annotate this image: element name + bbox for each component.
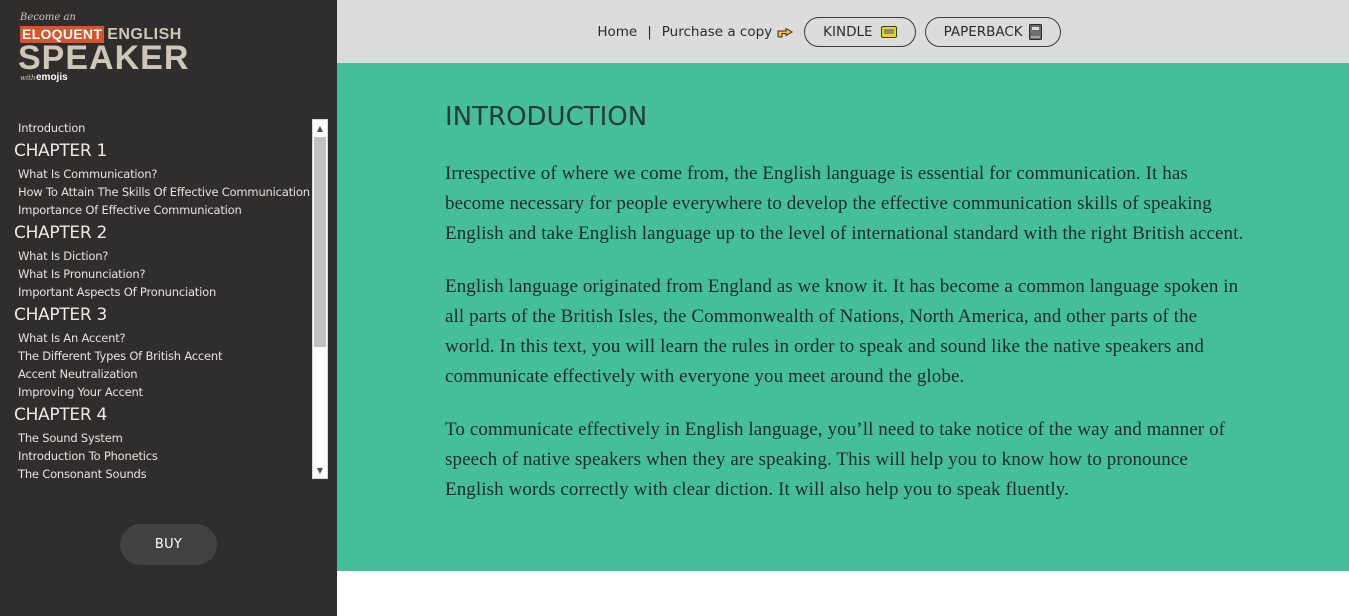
toc-link[interactable]: The Consonant Sounds: [12, 465, 312, 479]
toc-scrollbar[interactable]: ▲ ▼: [312, 119, 328, 479]
paragraph: Irrespective of where we come from, the …: [445, 163, 1244, 244]
sidebar: Become an ELOQUENT ENGLISH SPEAKER with …: [0, 0, 337, 616]
toc-link[interactable]: Improving Your Accent: [12, 383, 312, 401]
toc-list: Introduction CHAPTER 1 What Is Communicati…: [12, 119, 312, 479]
page-title: INTRODUCTION: [445, 102, 648, 132]
toc-link[interactable]: What Is An Accent?: [12, 329, 312, 347]
toc-link[interactable]: Important Aspects Of Pronunciation: [12, 283, 312, 301]
table-of-contents[interactable]: Introduction CHAPTER 1 What Is Communicati…: [12, 119, 328, 479]
toc-chapter-heading[interactable]: CHAPTER 2: [12, 220, 312, 247]
paperback-label: PAPERBACK: [943, 23, 1023, 40]
top-nav: Home | Purchase a copy KINDLE PAPERBACK: [597, 16, 1061, 47]
logo-word-speaker: SPEAKER: [18, 39, 190, 77]
toc-link[interactable]: Introduction To Phonetics: [12, 447, 312, 465]
toc-chapter-heading[interactable]: CHAPTER 4: [12, 402, 312, 429]
toc-link[interactable]: What Is Diction?: [12, 247, 312, 265]
toc-link[interactable]: The Sound System: [12, 429, 312, 447]
logo-tagline: Become an: [20, 12, 76, 23]
book-logo[interactable]: Become an ELOQUENT ENGLISH SPEAKER with …: [18, 10, 203, 90]
paragraph: English language originated from England…: [445, 276, 1239, 387]
pointing-hand-icon: [777, 27, 794, 37]
book-icon: [1028, 23, 1042, 40]
logo-with: with: [20, 74, 36, 82]
chapter-body: INTRODUCTION Irrespective of where we co…: [445, 101, 1245, 528]
kindle-label: KINDLE: [823, 23, 873, 40]
scroll-up-arrow-icon[interactable]: ▲: [313, 120, 327, 136]
toc-chapter-heading[interactable]: CHAPTER 1: [12, 138, 312, 165]
main-content: INTRODUCTION Irrespective of where we co…: [337, 63, 1349, 571]
toc-link[interactable]: How To Attain The Skills Of Effective Co…: [12, 183, 312, 201]
toc-link[interactable]: Importance Of Effective Communication: [12, 201, 312, 219]
scroll-down-arrow-icon[interactable]: ▼: [313, 462, 327, 478]
kindle-button[interactable]: KINDLE: [804, 16, 916, 47]
kindle-icon: [880, 25, 897, 38]
nav-separator: |: [647, 23, 652, 40]
logo-brand-text: emojis: [36, 72, 68, 83]
purchase-label: Purchase a copy: [661, 23, 773, 40]
toc-link[interactable]: The Different Types Of British Accent: [12, 347, 312, 365]
toc-link[interactable]: What Is Pronunciation?: [12, 265, 312, 283]
paperback-button[interactable]: PAPERBACK: [924, 16, 1061, 47]
logo-brand: emojis: [36, 72, 68, 83]
scrollbar-thumb[interactable]: [314, 137, 326, 347]
buy-button[interactable]: BUY: [120, 524, 217, 565]
toc-link[interactable]: Accent Neutralization: [12, 365, 312, 383]
toc-link[interactable]: What Is Communication?: [12, 165, 312, 183]
toc-chapter-heading[interactable]: CHAPTER 3: [12, 302, 312, 329]
paragraph: To communicate effectively in English la…: [445, 419, 1226, 500]
top-navigation-bar: Home | Purchase a copy KINDLE PAPERBACK: [337, 0, 1349, 63]
home-link[interactable]: Home: [597, 24, 637, 40]
purchase-link[interactable]: Purchase a copy: [661, 23, 794, 40]
toc-link[interactable]: Introduction: [12, 119, 312, 137]
